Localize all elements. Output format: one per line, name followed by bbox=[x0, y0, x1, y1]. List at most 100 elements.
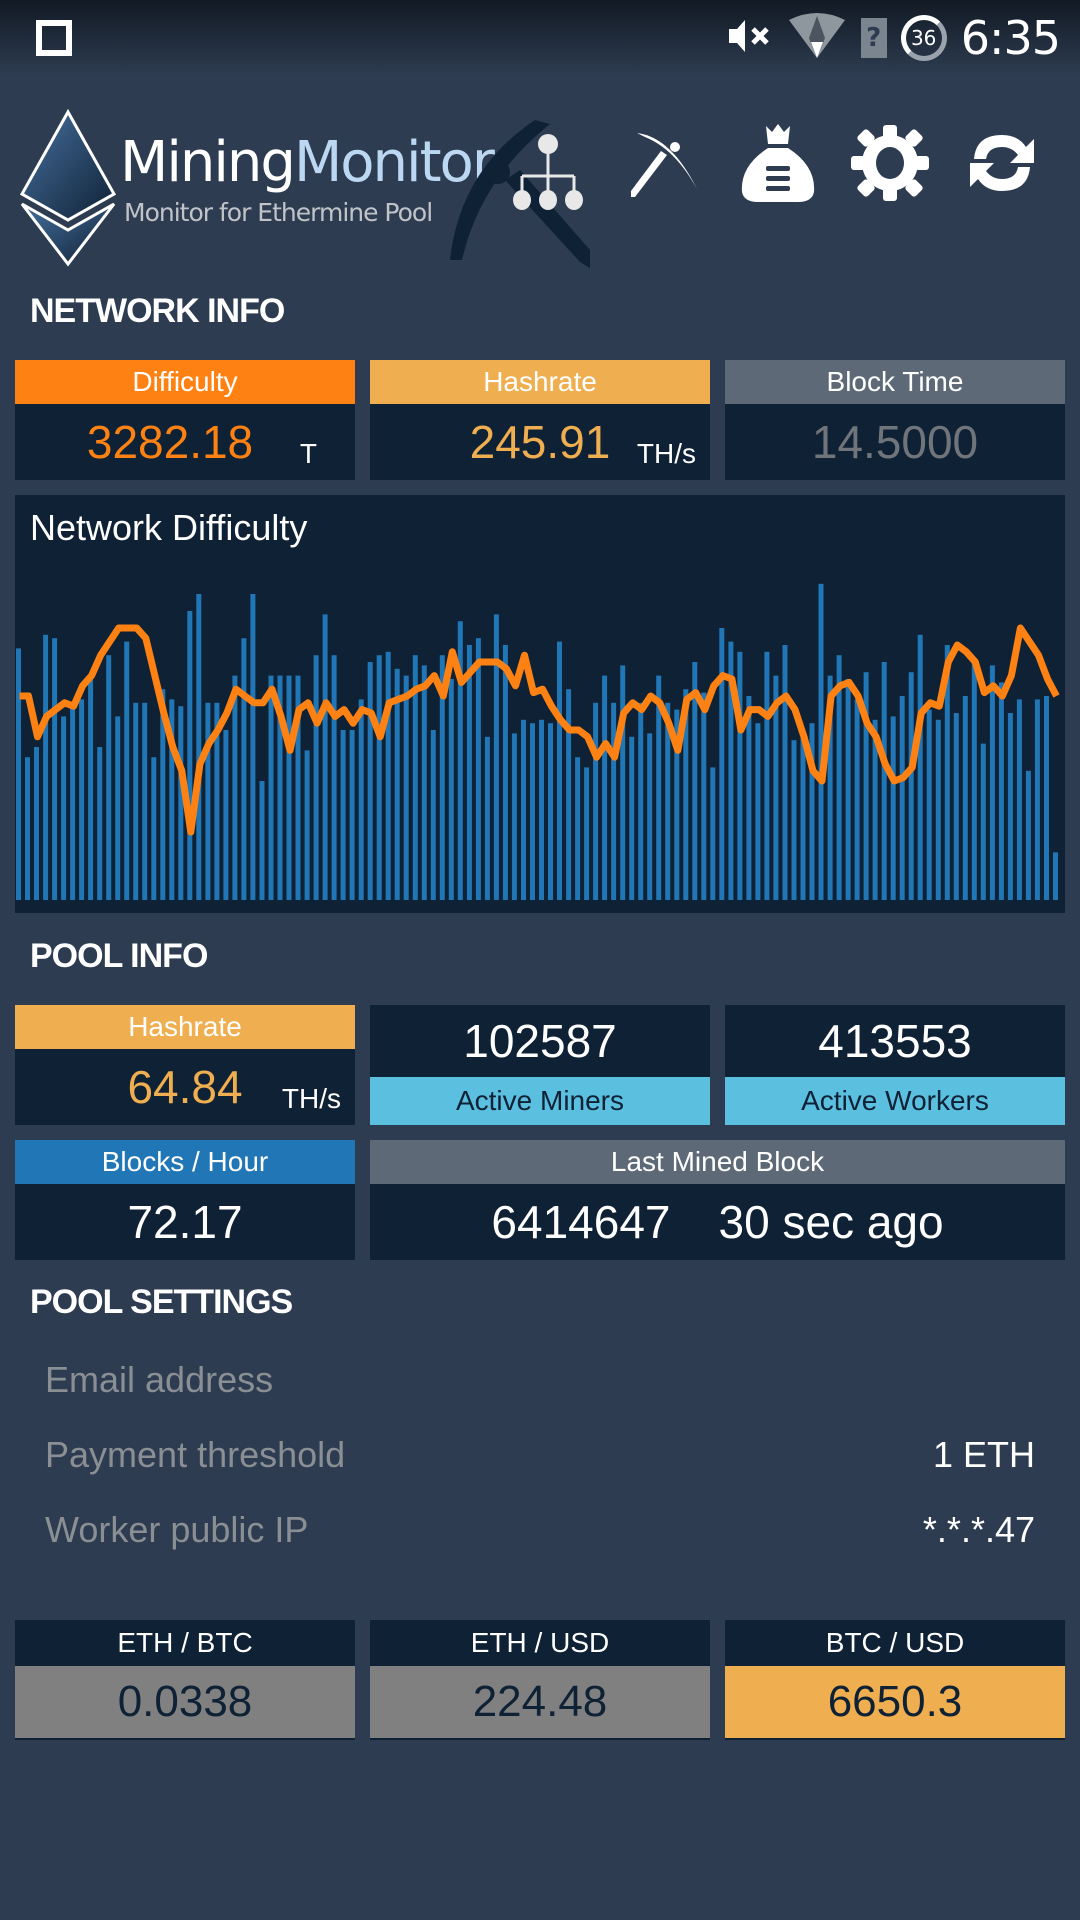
chart-bar bbox=[530, 723, 535, 900]
chart-bar bbox=[1007, 713, 1013, 900]
difficulty-value: 3282.18 bbox=[86, 416, 254, 468]
chart-bar bbox=[755, 723, 761, 900]
chart-bar bbox=[304, 750, 310, 900]
price-eth-usd-label: ETH / USD bbox=[370, 1620, 710, 1666]
chart-bar bbox=[620, 665, 626, 900]
chart-bar bbox=[1044, 696, 1049, 900]
active-workers-label: Active Workers bbox=[725, 1077, 1065, 1125]
chart-bar bbox=[764, 651, 770, 900]
chart-bar bbox=[998, 682, 1004, 900]
chart-bar bbox=[178, 706, 184, 900]
mute-icon bbox=[727, 16, 773, 60]
chart-bar bbox=[151, 757, 157, 900]
chart-bar bbox=[701, 692, 707, 900]
pool-network-icon[interactable] bbox=[440, 110, 600, 279]
chart-bar bbox=[358, 699, 364, 900]
network-difficulty-chart: Network Difficulty bbox=[15, 495, 1065, 913]
last-mined-block-ago: 30 sec ago bbox=[718, 1196, 944, 1248]
chart-bar bbox=[133, 702, 139, 900]
chart-bar bbox=[899, 696, 905, 900]
network-hashrate-unit: TH/s bbox=[636, 438, 696, 469]
chart-bar bbox=[340, 730, 346, 900]
chart-bar bbox=[196, 594, 202, 900]
chart-bar bbox=[16, 648, 21, 900]
chart-bar bbox=[142, 702, 148, 900]
last-mined-block-card: Last Mined Block 6414647 30 sec ago bbox=[370, 1140, 1065, 1260]
active-miners-label: Active Miners bbox=[370, 1077, 710, 1125]
chart-bar bbox=[971, 662, 977, 900]
chart-bar bbox=[1016, 699, 1022, 900]
chart-bar bbox=[881, 662, 887, 900]
network-hashrate-card: Hashrate 245.91 TH/s bbox=[370, 360, 710, 480]
active-workers-card: 413553 Active Workers bbox=[725, 1005, 1065, 1125]
pool-hashrate-value: 64.84 bbox=[127, 1061, 243, 1113]
no-sim-icon: ? bbox=[860, 18, 887, 58]
battery-level: 36 bbox=[910, 26, 937, 50]
price-eth-usd-card: ETH / USD 224.48 bbox=[370, 1620, 710, 1740]
pool-hashrate-unit: TH/s bbox=[281, 1083, 341, 1114]
pool-hashrate-label: Hashrate bbox=[15, 1005, 355, 1049]
chart-bar bbox=[223, 730, 229, 900]
pool-hashrate-card: Hashrate 64.84 TH/s bbox=[15, 1005, 355, 1125]
chart-bar bbox=[331, 655, 337, 900]
chart-bar bbox=[638, 702, 644, 900]
blocks-per-hour-card: Blocks / Hour 72.17 bbox=[15, 1140, 355, 1260]
chart-bar bbox=[25, 757, 30, 900]
app-header: MiningMonitor Monitor for Ethermine Pool bbox=[0, 100, 1080, 270]
chart-bar bbox=[484, 736, 490, 900]
chart-bar bbox=[313, 655, 319, 900]
settings-row-payment-threshold[interactable]: Payment threshold 1 ETH bbox=[45, 1425, 1035, 1485]
email-label: Email address bbox=[45, 1359, 274, 1400]
chart-bar bbox=[521, 719, 526, 900]
price-eth-btc-label: ETH / BTC bbox=[15, 1620, 355, 1666]
chart-bar bbox=[430, 730, 436, 900]
chart-bar bbox=[584, 767, 590, 900]
chart-bar bbox=[448, 679, 454, 900]
chart-bar bbox=[845, 679, 851, 900]
chart-bar bbox=[539, 719, 544, 900]
chart-bar bbox=[52, 638, 58, 900]
chart-bar bbox=[70, 702, 76, 900]
chart-bar bbox=[989, 665, 995, 900]
chart-bar bbox=[250, 594, 256, 900]
refresh-icon[interactable] bbox=[961, 122, 1043, 204]
chart-bar bbox=[926, 709, 932, 900]
chart-bar bbox=[854, 699, 860, 900]
chart-bar bbox=[737, 651, 743, 900]
network-hashrate-value: 245.91 bbox=[469, 416, 611, 468]
settings-row-email[interactable]: Email address bbox=[45, 1350, 1035, 1410]
chart-bar bbox=[557, 641, 562, 900]
network-info-title: NETWORK INFO bbox=[30, 292, 285, 330]
pickaxe-icon[interactable] bbox=[625, 122, 707, 204]
price-btc-usd-value: 6650.3 bbox=[725, 1666, 1065, 1738]
chart-bar bbox=[1034, 699, 1040, 900]
chart-bar bbox=[502, 645, 508, 900]
chart-bar bbox=[322, 614, 328, 900]
chart-bar bbox=[782, 645, 788, 900]
block-time-value: 14.5000 bbox=[811, 416, 979, 468]
price-eth-btc-card: ETH / BTC 0.0338 bbox=[15, 1620, 355, 1740]
pool-settings-title: POOL SETTINGS bbox=[30, 1283, 293, 1321]
chart-bar bbox=[205, 702, 211, 900]
chart-bar bbox=[43, 634, 49, 900]
chart-bar bbox=[376, 655, 382, 900]
chart-bar bbox=[286, 675, 292, 900]
app-title: MiningMonitor bbox=[120, 130, 495, 195]
chart-bar bbox=[187, 611, 193, 900]
chart-bar bbox=[268, 675, 274, 900]
chart-bar bbox=[124, 641, 130, 900]
chart-bar bbox=[421, 665, 427, 900]
chart-bar bbox=[935, 719, 941, 900]
last-mined-block-label: Last Mined Block bbox=[370, 1140, 1065, 1184]
chart-bar bbox=[719, 628, 725, 900]
chart-bar bbox=[575, 757, 581, 900]
active-miners-value: 102587 bbox=[463, 1015, 617, 1067]
money-bag-icon[interactable] bbox=[737, 122, 819, 204]
settings-row-worker-ip[interactable]: Worker public IP *.*.*.47 bbox=[45, 1500, 1035, 1560]
chart-bar bbox=[232, 675, 238, 900]
active-miners-card: 102587 Active Miners bbox=[370, 1005, 710, 1125]
app-title-mining: Mining bbox=[120, 130, 296, 195]
blocks-per-hour-value: 72.17 bbox=[127, 1196, 243, 1248]
chart-bar bbox=[259, 781, 265, 900]
gear-icon[interactable] bbox=[849, 122, 931, 204]
